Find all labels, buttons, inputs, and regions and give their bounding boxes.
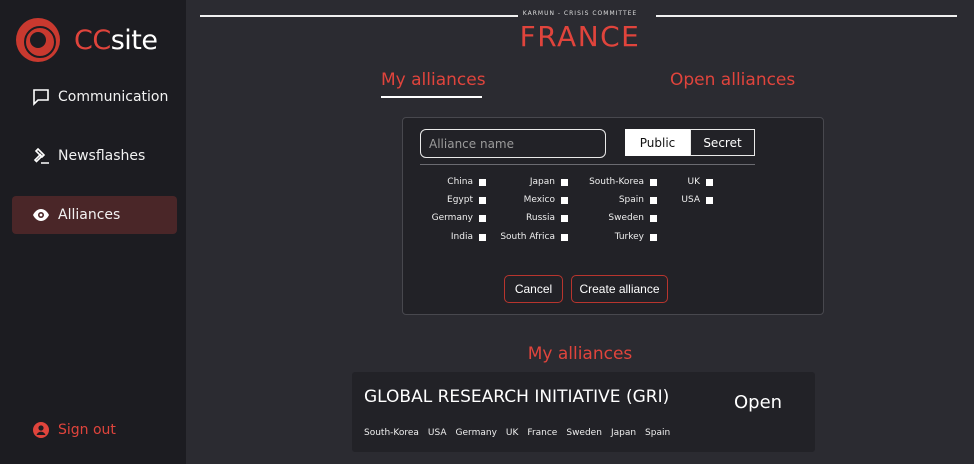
active-tab-indicator xyxy=(381,96,482,98)
country-checkbox[interactable] xyxy=(706,196,713,204)
alliance-members: South-Korea USA Germany UK France Sweden Japan… xyxy=(364,428,670,438)
country-label: Germany xyxy=(431,213,473,223)
nav-item-alliances[interactable]: Alliances xyxy=(12,196,177,234)
nav-item-newsflashes[interactable]: Newsflashes xyxy=(12,137,177,175)
member-country: UK xyxy=(505,428,519,438)
member-country: USA xyxy=(427,428,447,438)
secret-toggle[interactable]: Secret xyxy=(690,129,755,156)
member-country: Japan xyxy=(610,428,637,438)
committee-name: KARMUN - CRISIS COMMITTEE xyxy=(522,10,638,17)
country-label: Russia xyxy=(526,213,555,223)
divider xyxy=(420,164,755,165)
country-label: Turkey xyxy=(614,232,644,242)
nav-label: Alliances xyxy=(58,207,121,223)
tab-my-alliances[interactable]: My alliances xyxy=(381,70,486,90)
country-option[interactable]: Sweden xyxy=(557,213,657,223)
country-option[interactable]: Turkey xyxy=(557,232,657,242)
alliance-status: Open xyxy=(734,392,783,413)
country-option[interactable]: Russia xyxy=(468,213,568,223)
country-label: Japan xyxy=(529,177,555,187)
member-country: Spain xyxy=(645,428,671,438)
alliance-card[interactable]: GLOBAL RESEARCH INITIATIVE (GRI) Open So… xyxy=(352,372,815,452)
sidebar: CCsite Communication Newsflashes Allianc… xyxy=(0,0,186,464)
un-emblem-icon xyxy=(16,18,60,62)
sign-out-label: Sign out xyxy=(58,422,116,438)
country-option[interactable]: Mexico xyxy=(468,195,568,205)
user-circle-icon xyxy=(32,421,50,439)
my-alliances-heading: My alliances xyxy=(527,344,633,364)
alliance-name: GLOBAL RESEARCH INITIATIVE (GRI) xyxy=(364,387,670,407)
create-alliance-panel: Public Secret ChinaJapanSouth-KoreaUKEgy… xyxy=(402,117,824,315)
chat-icon xyxy=(32,88,50,106)
member-country: France xyxy=(527,428,558,438)
main-content: KARMUN - CRISIS COMMITTEE FRANCE My alli… xyxy=(186,0,974,464)
country-label: South Africa xyxy=(500,232,555,242)
member-country: Sweden xyxy=(566,428,602,438)
country-label: Sweden xyxy=(608,213,644,223)
country-option[interactable]: UK xyxy=(613,177,713,187)
country-checkbox[interactable] xyxy=(706,178,713,186)
brand-name: CCsite xyxy=(74,24,158,56)
create-alliance-button[interactable]: Create alliance xyxy=(571,275,668,303)
gavel-icon xyxy=(32,147,50,165)
cancel-button[interactable]: Cancel xyxy=(504,275,563,303)
country-title: FRANCE xyxy=(519,20,641,53)
tab-open-alliances[interactable]: Open alliances xyxy=(670,70,795,90)
nav-item-communication[interactable]: Communication xyxy=(12,78,177,116)
country-label: Mexico xyxy=(523,195,555,205)
country-label: USA xyxy=(681,195,700,205)
logo[interactable]: CCsite xyxy=(16,18,158,62)
country-checkbox[interactable] xyxy=(650,214,657,222)
nav-label: Communication xyxy=(58,89,169,105)
country-option[interactable]: Japan xyxy=(468,177,568,187)
country-option[interactable]: South Africa xyxy=(468,232,568,242)
country-checkbox[interactable] xyxy=(650,233,657,241)
eye-icon xyxy=(32,206,50,224)
country-option[interactable]: USA xyxy=(613,195,713,205)
member-country: Germany xyxy=(455,428,497,438)
alliance-name-input[interactable] xyxy=(420,129,606,158)
country-label: UK xyxy=(687,177,701,187)
sign-out-button[interactable]: Sign out xyxy=(12,411,177,449)
member-country: South-Korea xyxy=(364,428,419,438)
public-toggle[interactable]: Public xyxy=(625,129,690,156)
nav-label: Newsflashes xyxy=(58,148,146,164)
